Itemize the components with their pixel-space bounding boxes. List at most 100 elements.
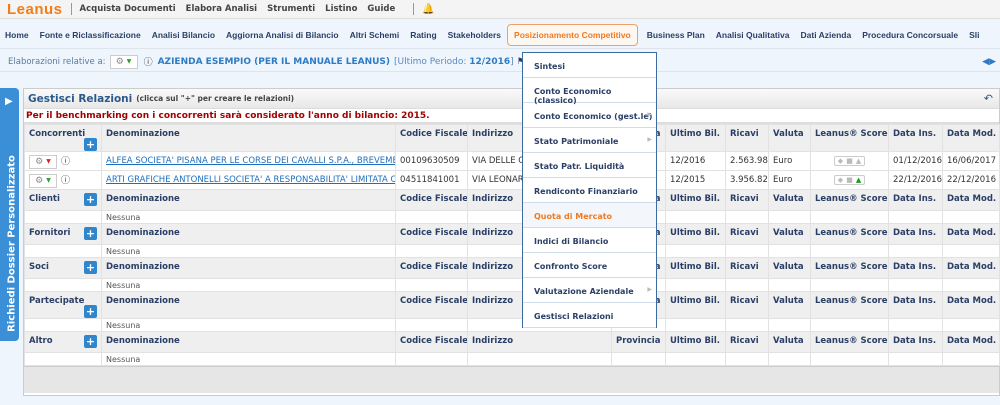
info-icon[interactable]: ⓘ xyxy=(61,176,70,186)
menu-item-indici-di-bilancio[interactable]: Indici di Bilancio xyxy=(523,228,656,253)
column-header[interactable]: Denominazione xyxy=(101,124,396,152)
column-header[interactable]: Ricavi xyxy=(725,291,769,319)
custom-dossier-tab[interactable]: ▶ Richiedi Dossier Personalizzato xyxy=(0,88,19,341)
column-header[interactable]: Leanus® Score xyxy=(810,331,889,353)
menu-item-rendiconto-finanziario[interactable]: Rendiconto Finanziario xyxy=(523,178,656,203)
menu-item-conto-economico-classico-[interactable]: Conto Economico (classico) xyxy=(523,78,656,105)
add-relation-button[interactable]: + xyxy=(84,305,97,318)
nav-home[interactable]: Home xyxy=(5,30,29,40)
company-name[interactable]: AZIENDA ESEMPIO (PER IL MANUALE LEANUS) xyxy=(158,57,390,67)
leanus-score-indicator[interactable]: ◆ ■ ▲ xyxy=(833,156,866,166)
column-header[interactable]: Valuta xyxy=(768,189,811,211)
column-header[interactable]: Ultimo Bil. xyxy=(665,223,726,245)
nav-sli[interactable]: Sli xyxy=(969,30,979,40)
top-link-strumenti[interactable]: Strumenti xyxy=(267,4,315,14)
company-link[interactable]: ALFEA SOCIETA' PISANA PER LE CORSE DEI C… xyxy=(106,156,395,166)
nav-aggiorna-analisi-di-bilancio[interactable]: Aggiorna Analisi di Bilancio xyxy=(226,30,339,40)
nav-altri-schemi[interactable]: Altri Schemi xyxy=(350,30,400,40)
column-header[interactable]: Ricavi xyxy=(725,257,769,279)
column-header[interactable]: Data Mod. xyxy=(942,291,1000,319)
column-header[interactable]: Leanus® Score xyxy=(810,124,889,152)
column-header[interactable]: Ultimo Bil. xyxy=(665,257,726,279)
company-link[interactable]: ARTI GRAFICHE ANTONELLI SOCIETA' A RESPO… xyxy=(106,175,395,185)
top-link-guide[interactable]: Guide xyxy=(367,4,395,14)
scroll-arrows[interactable]: ◀▶ xyxy=(982,57,996,67)
column-header[interactable]: Denominazione xyxy=(101,189,396,211)
add-relation-button[interactable]: + xyxy=(84,227,97,240)
column-header[interactable]: Codice Fiscale xyxy=(395,189,468,211)
menu-item-conto-economico-gest-le-[interactable]: Conto Economico (gest.le) ▶ xyxy=(523,103,656,128)
column-header[interactable]: Ricavi xyxy=(725,223,769,245)
nav-analisi-qualitativa[interactable]: Analisi Qualitativa xyxy=(716,30,790,40)
menu-item-gestisci-relazioni[interactable]: Gestisci Relazioni xyxy=(523,303,656,328)
context-gear-button[interactable]: ⚙ ▼ xyxy=(109,54,138,69)
column-header[interactable]: Data Ins. xyxy=(888,223,943,245)
leanus-logo[interactable]: Leanus xyxy=(7,1,63,18)
top-link-acquista-documenti[interactable]: Acquista Documenti xyxy=(80,4,176,14)
back-icon[interactable]: ↶ xyxy=(984,92,993,105)
column-header[interactable]: Valuta xyxy=(768,257,811,279)
leanus-score-indicator[interactable]: ◆ ■ ▲ xyxy=(833,175,866,185)
column-header[interactable]: Data Mod. xyxy=(942,124,1000,152)
column-header[interactable]: Ultimo Bil. xyxy=(665,291,726,319)
info-icon[interactable]: ⓘ xyxy=(144,55,153,68)
nav-analisi-bilancio[interactable]: Analisi Bilancio xyxy=(152,30,215,40)
menu-item-valutazione-aziendale[interactable]: Valutazione Aziendale ▶ xyxy=(523,278,656,303)
column-header[interactable]: Codice Fiscale xyxy=(395,223,468,245)
column-header[interactable]: Ricavi xyxy=(725,331,769,353)
column-header[interactable]: Data Mod. xyxy=(942,223,1000,245)
column-header[interactable]: Leanus® Score xyxy=(810,189,889,211)
column-header[interactable]: Ultimo Bil. xyxy=(665,124,726,152)
column-header[interactable]: Ultimo Bil. xyxy=(665,331,726,353)
column-header[interactable]: Valuta xyxy=(768,331,811,353)
column-header[interactable]: Leanus® Score xyxy=(810,257,889,279)
menu-item-quota-di-mercato[interactable]: Quota di Mercato xyxy=(523,203,656,228)
column-header[interactable]: Leanus® Score xyxy=(810,291,889,319)
info-icon[interactable]: ⓘ xyxy=(61,157,70,167)
add-relation-button[interactable]: + xyxy=(84,193,97,206)
row-gear-button[interactable]: ⚙ ▼ xyxy=(29,154,57,169)
menu-item-sintesi[interactable]: Sintesi xyxy=(523,53,656,78)
nav-business-plan[interactable]: Business Plan xyxy=(647,30,705,40)
column-header[interactable]: Denominazione xyxy=(101,223,396,245)
top-link-elabora-analisi[interactable]: Elabora Analisi xyxy=(186,4,257,14)
column-header[interactable]: Valuta xyxy=(768,291,811,319)
column-header[interactable]: Provincia xyxy=(611,331,666,353)
row-gear-button[interactable]: ⚙ ▼ xyxy=(29,173,57,188)
column-header[interactable]: Data Mod. xyxy=(942,189,1000,211)
column-header[interactable]: Codice Fiscale xyxy=(395,291,468,319)
add-relation-button[interactable]: + xyxy=(84,138,97,151)
top-link-listino[interactable]: Listino xyxy=(325,4,357,14)
column-header[interactable]: Data Mod. xyxy=(942,257,1000,279)
column-header[interactable]: Valuta xyxy=(768,124,811,152)
column-header[interactable]: Valuta xyxy=(768,223,811,245)
menu-item-stato-patrimoniale[interactable]: Stato Patrimoniale ▶ xyxy=(523,128,656,153)
column-header[interactable]: Denominazione xyxy=(101,291,396,319)
menu-item-confronto-score[interactable]: Confronto Score xyxy=(523,253,656,278)
column-header[interactable]: Codice Fiscale xyxy=(395,331,468,353)
nav-dati-azienda[interactable]: Dati Azienda xyxy=(801,30,852,40)
nav-fonte-e-riclassificazione[interactable]: Fonte e Riclassificazione xyxy=(40,30,141,40)
column-header[interactable]: Denominazione xyxy=(101,257,396,279)
column-header[interactable]: Ricavi xyxy=(725,189,769,211)
nav-posizionamento-competitivo[interactable]: Posizionamento Competitivo xyxy=(507,24,638,46)
column-header[interactable]: Data Ins. xyxy=(888,257,943,279)
column-header[interactable]: Leanus® Score xyxy=(810,223,889,245)
column-header[interactable]: Data Ins. xyxy=(888,124,943,152)
column-header[interactable]: Data Ins. xyxy=(888,331,943,353)
column-header[interactable]: Data Ins. xyxy=(888,189,943,211)
column-header[interactable]: Codice Fiscale xyxy=(395,124,468,152)
nav-procedura-concorsuale[interactable]: Procedura Concorsuale xyxy=(862,30,958,40)
column-header[interactable]: Denominazione xyxy=(101,331,396,353)
add-relation-button[interactable]: + xyxy=(84,261,97,274)
column-header[interactable]: Ricavi xyxy=(725,124,769,152)
menu-item-stato-patr-liquidit-[interactable]: Stato Patr. Liquidità xyxy=(523,153,656,178)
nav-stakeholders[interactable]: Stakeholders xyxy=(448,30,501,40)
bell-icon[interactable]: 🔔 xyxy=(422,4,434,15)
add-relation-button[interactable]: + xyxy=(84,335,97,348)
column-header[interactable]: Data Mod. xyxy=(942,331,1000,353)
column-header[interactable]: Codice Fiscale xyxy=(395,257,468,279)
column-header[interactable]: Indirizzo xyxy=(467,331,612,353)
column-header[interactable]: Ultimo Bil. xyxy=(665,189,726,211)
nav-rating[interactable]: Rating xyxy=(410,30,436,40)
